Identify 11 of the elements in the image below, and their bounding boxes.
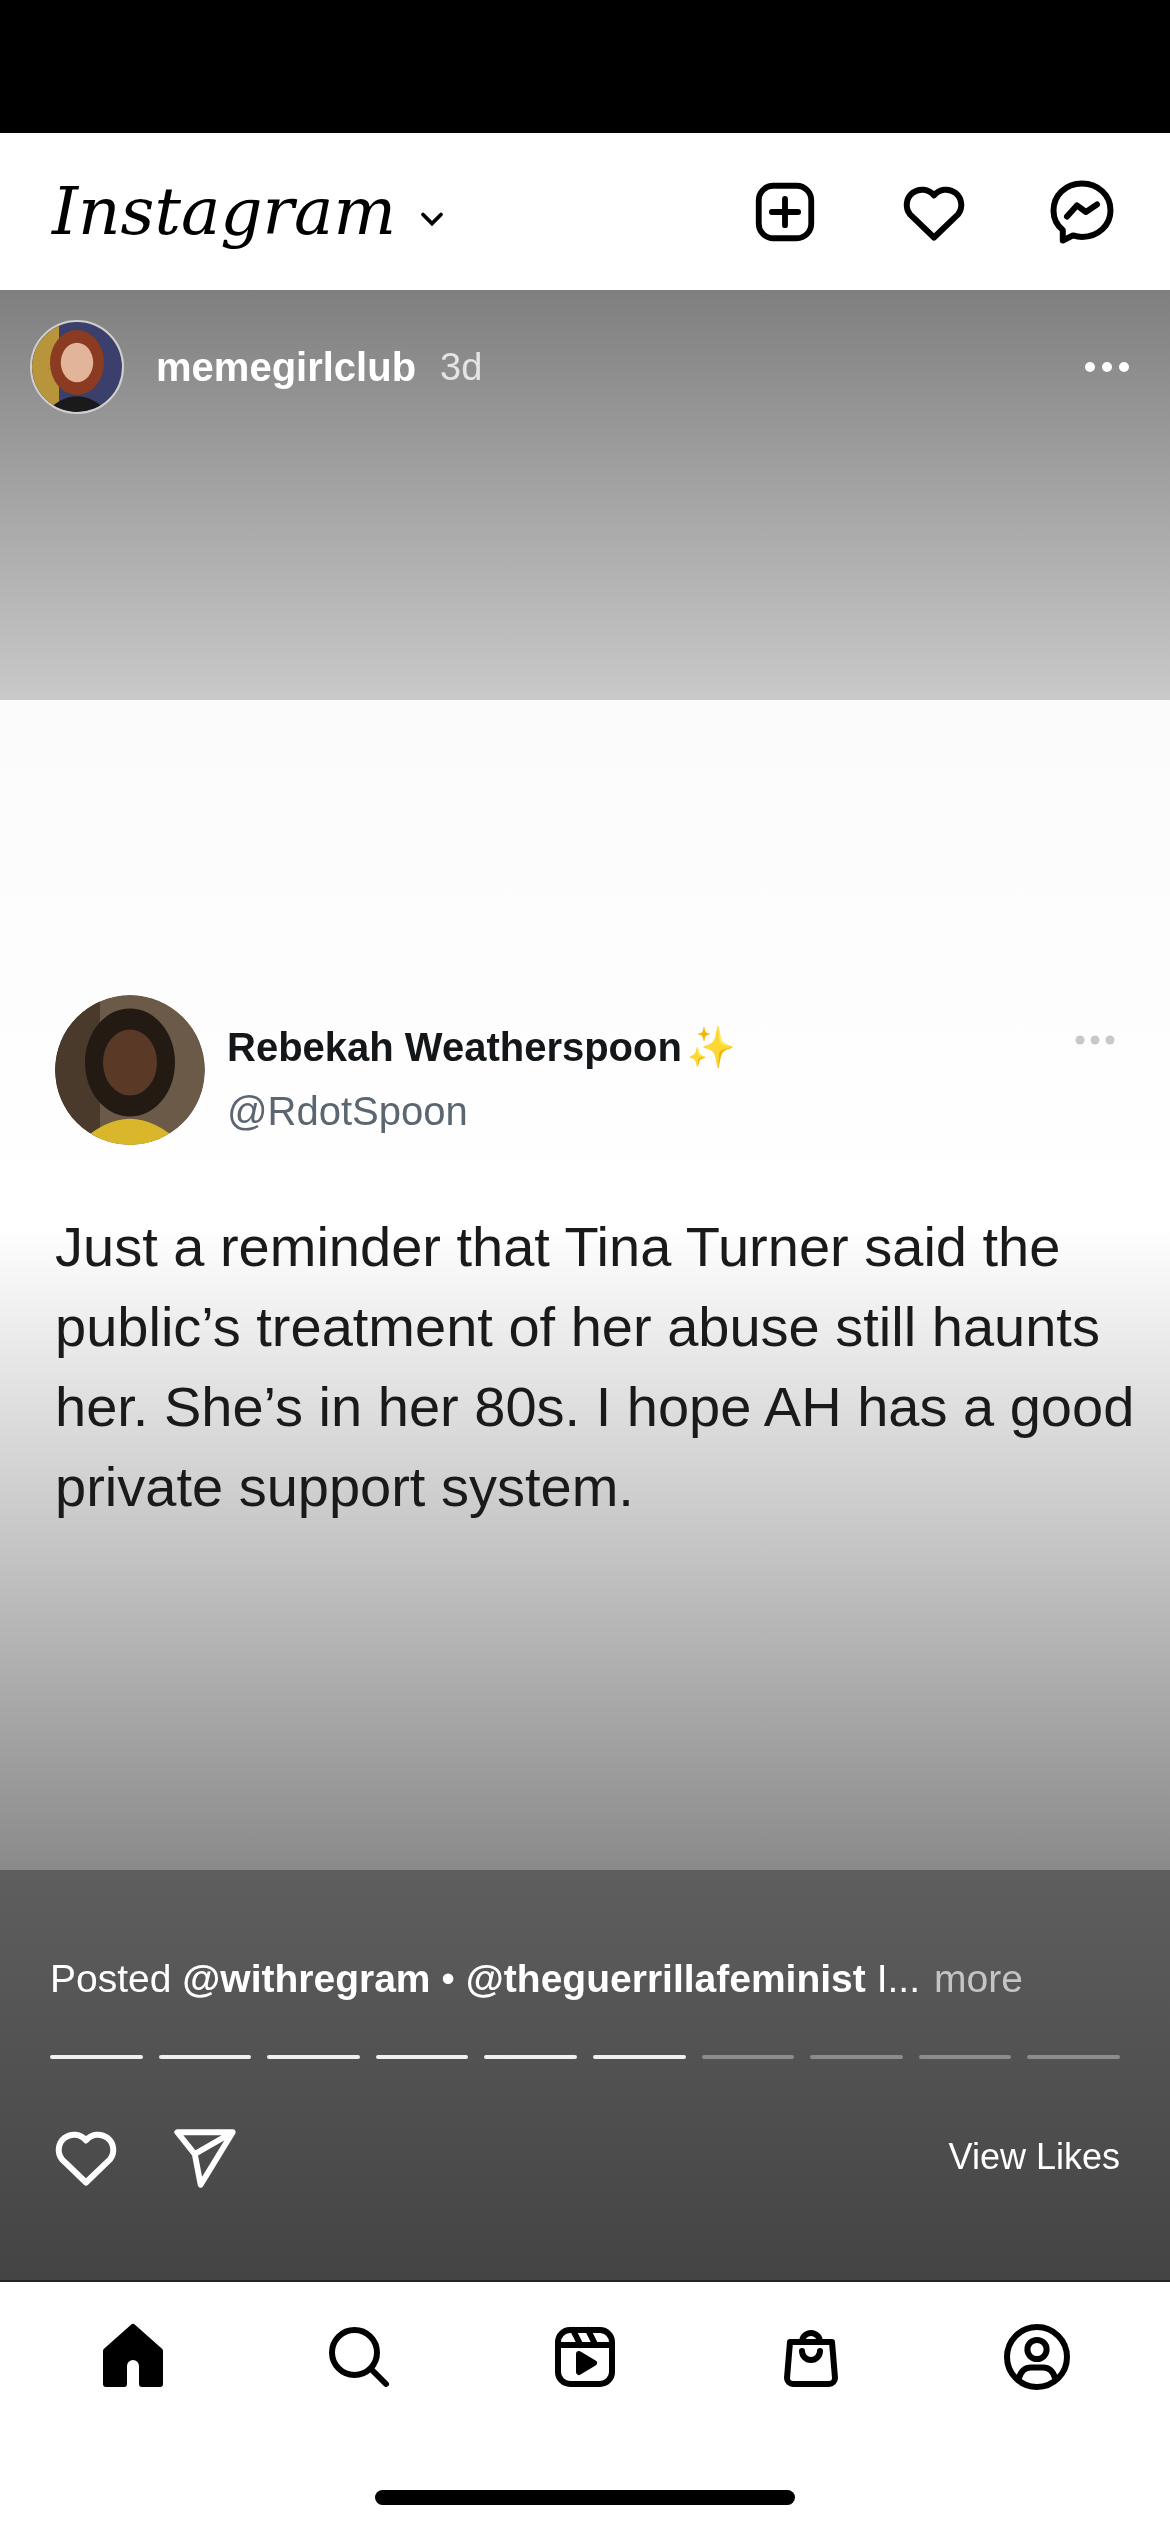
author-handle: @RdotSpoon	[227, 1088, 469, 1135]
tweet-text: Just a reminder that Tina Turner said the public’s treatment of her abuse still haunts her. She’s in her 80s. I hope AH has a good private support system.	[55, 1214, 1135, 1520]
post-time: 3d	[440, 344, 483, 390]
more-options-icon[interactable]	[1084, 361, 1130, 373]
more-options-icon	[1075, 1035, 1115, 1045]
author-name: Rebekah Weatherspoon	[227, 1024, 682, 1071]
view-likes-link[interactable]: View Likes	[948, 2129, 1120, 2184]
more-link[interactable]: more	[934, 1950, 1023, 2009]
sparkles-emoji: ✨	[685, 1024, 736, 1071]
profile-icon[interactable]	[1001, 2321, 1073, 2393]
post-caption: Posted @withregram • @theguerrillafeminist I...	[50, 1956, 920, 2002]
